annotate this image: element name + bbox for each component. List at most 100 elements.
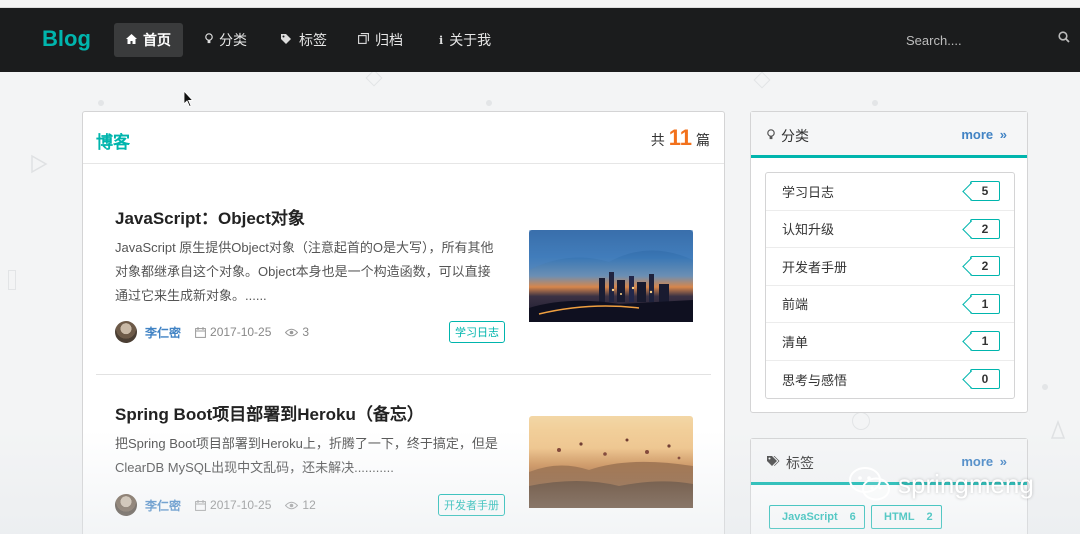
top-navbar: Blog 首页 分类 标签 归档 i 关于我 [0,8,1080,72]
watermark-text: springmeng [898,468,1034,499]
category-list: 学习日志 5 认知升级 2 开发者手册 2 前端 1 清单 1 思考与感悟 0 [765,172,1015,399]
browser-top-strip [0,0,1080,8]
post-thumbnail-image[interactable] [529,416,693,508]
mouse-cursor-icon [184,91,194,107]
double-chevron-right-icon: » [999,127,1007,142]
post-thumbnail-image[interactable] [529,230,693,322]
blog-list-title: 博客 [96,133,130,152]
tag-count: 6 [849,511,856,523]
tag-panel-title: 标签 [767,453,814,473]
post-excerpt: JavaScript 原生提供Object对象（注意起首的O是大写），所有其他对… [115,240,494,303]
post-title[interactable]: Spring Boot项目部署到Heroku（备忘） [115,400,424,425]
category-count-badge: 1 [970,331,1000,352]
tags-icon [281,33,293,47]
background-shape [365,69,383,87]
search-icon[interactable] [1058,31,1070,43]
category-name: 清单 [782,334,809,350]
category-panel-title: 分类 [767,126,809,146]
tag-chip[interactable]: HTML 2 [871,505,942,529]
info-icon: i [439,33,444,47]
balloons-landscape-image [529,438,693,508]
avatar[interactable] [115,494,137,516]
post-date: 2017-10-25 [210,498,272,512]
calendar-icon [195,326,206,338]
post-author[interactable]: 李仁密 [145,497,181,514]
eye-icon [285,328,299,336]
search-input[interactable] [906,30,1056,50]
category-panel-header: 分类 more » [751,112,1027,158]
category-item[interactable]: 清单 1 [766,323,1014,361]
post-item: Spring Boot项目部署到Heroku（备忘） 把Spring Boot项… [83,374,726,534]
calendar-icon [195,499,206,511]
eye-icon [285,501,299,509]
post-category-label[interactable]: 开发者手册 [438,494,505,516]
background-triangle [31,154,48,174]
background-dot [872,100,878,106]
blog-list-header: 博客 共 11 篇 [83,112,724,164]
nav-about-label: 关于我 [449,32,492,48]
category-name: 开发者手册 [782,259,848,275]
post-date: 2017-10-25 [210,325,272,339]
nav-home[interactable]: 首页 [114,23,183,57]
tag-chip[interactable]: JavaScript 6 [769,505,865,529]
lightbulb-icon [205,33,213,47]
background-shape [8,270,16,290]
category-item[interactable]: 认知升级 2 [766,211,1014,248]
tags-icon [767,456,780,470]
tag-name: JavaScript [782,511,838,523]
avatar[interactable] [115,321,137,343]
post-count: 共 11 篇 [651,125,710,151]
nav-category-label: 分类 [219,32,247,48]
background-dot [1042,384,1048,390]
background-shape [753,71,771,89]
search-box [906,30,1076,50]
category-count-badge: 2 [970,256,1000,277]
nav-category[interactable]: 分类 [193,23,259,57]
tag-count: 2 [926,511,933,523]
nav-tags-label: 标签 [299,32,327,48]
nav-archive[interactable]: 归档 [346,23,415,57]
post-count-suffix: 篇 [696,132,710,148]
tag-panel-title-text: 标签 [786,455,814,471]
nav-about[interactable]: i 关于我 [427,23,503,57]
category-count-badge: 0 [970,369,1000,390]
archive-icon [358,33,369,47]
category-count-badge: 1 [970,293,1000,314]
tag-name: HTML [884,511,915,523]
category-count-badge: 2 [970,218,1000,239]
category-panel-title-text: 分类 [781,128,809,144]
post-meta: 李仁密 2017-10-25 12 [115,494,316,516]
category-item[interactable]: 学习日志 5 [766,173,1014,211]
post-item: JavaScript：Object对象 JavaScript 原生提供Objec… [83,164,726,374]
post-meta: 李仁密 2017-10-25 3 [115,321,309,343]
blog-list-card: 博客 共 11 篇 JavaScript：Object对象 JavaScript… [82,111,725,534]
lightbulb-icon [767,129,775,143]
post-title[interactable]: JavaScript：Object对象 [115,204,305,229]
category-item[interactable]: 前端 1 [766,286,1014,323]
home-icon [126,33,137,47]
category-item[interactable]: 思考与感悟 0 [766,361,1014,399]
watermark: springmeng [848,466,1034,502]
background-shape [852,412,870,430]
category-name: 学习日志 [782,184,835,200]
post-author[interactable]: 李仁密 [145,324,181,341]
category-panel: 分类 more » 学习日志 5 认知升级 2 开发者手册 2 前端 1 清单 … [750,111,1028,413]
category-name: 前端 [782,297,809,313]
nav-archive-label: 归档 [375,32,403,48]
background-dot [98,100,104,106]
category-item[interactable]: 开发者手册 2 [766,248,1014,286]
nav-tags[interactable]: 标签 [269,23,339,57]
city-skyline-image [529,230,693,322]
post-excerpt: 把Spring Boot项目部署到Heroku上，折腾了一下，终于搞定，但是Cl… [115,436,498,475]
nav-home-label: 首页 [143,32,171,48]
category-count-badge: 5 [970,181,1000,202]
category-more-label: more [961,127,994,142]
category-name: 思考与感悟 [782,372,848,388]
post-category-label[interactable]: 学习日志 [449,321,505,343]
brand-logo[interactable]: Blog [42,26,91,52]
post-views: 12 [302,498,316,512]
background-triangle [1050,420,1066,439]
category-more-link[interactable]: more » [961,127,1007,142]
background-dot [486,100,492,106]
wechat-icon [849,467,890,501]
